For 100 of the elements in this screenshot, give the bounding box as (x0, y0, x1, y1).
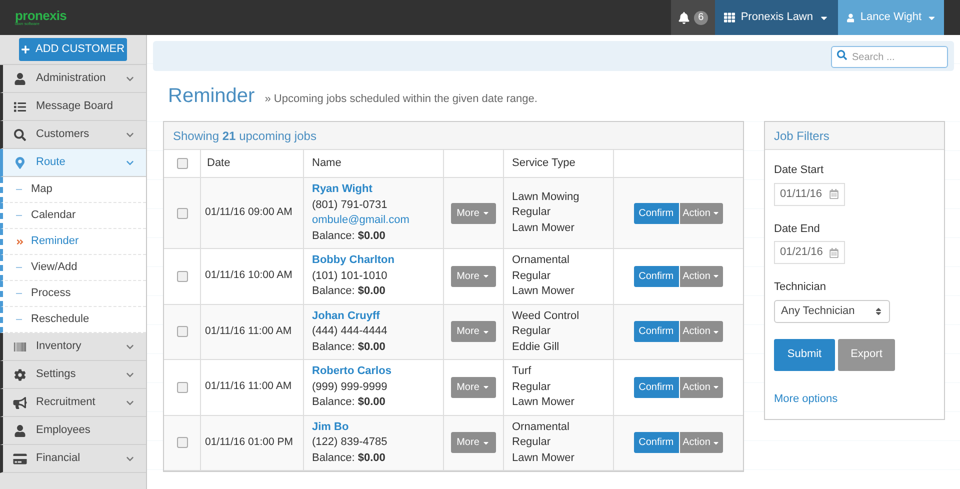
map-pin-icon (13, 156, 27, 168)
card-icon (13, 452, 27, 464)
person-icon (13, 424, 27, 436)
confirm-button[interactable]: Confirm (634, 432, 679, 454)
action-button[interactable]: Action (680, 266, 724, 287)
date-cell-text: 01/11/16 11:00 AM (205, 379, 292, 394)
service-text: Ornamental (512, 420, 570, 434)
barcode-icon (13, 340, 27, 352)
phone-text: (101) 101-1010 (312, 268, 388, 284)
service-text: Regular (512, 268, 552, 284)
caret-icon (482, 383, 490, 392)
logo: pronexis (15, 9, 67, 22)
date-cell-text: 01/11/16 01:00 PM (205, 434, 293, 450)
more-button[interactable]: More (450, 266, 496, 287)
submit-button[interactable]: Submit (774, 338, 835, 370)
panel-title: Job Filters (774, 128, 830, 144)
balance-text: Balance: $0.00 (312, 450, 386, 466)
add-customer-button[interactable]: ADD CUSTOMER (19, 38, 127, 61)
megaphone-icon (13, 396, 27, 408)
action-button[interactable]: Action (680, 321, 724, 342)
date-start-field[interactable]: 01/11/16 (774, 182, 845, 206)
customer-name-link[interactable]: Roberto Carlos (312, 364, 392, 380)
sidebar-subitem[interactable]: Calendar (0, 203, 146, 229)
more-button[interactable]: More (450, 202, 496, 224)
person-icon (847, 12, 854, 22)
service-text: Regular (512, 380, 552, 394)
sidebar-subitem[interactable]: Reminder (0, 229, 146, 255)
email-link[interactable]: ombule@gmail.com (312, 213, 410, 228)
checkbox[interactable] (176, 437, 188, 448)
date-cell-text: 01/11/16 10:00 AM (205, 268, 292, 284)
technician-select[interactable]: Any Technician (774, 300, 890, 322)
field-label: Technician (774, 280, 827, 295)
column-header: Date (207, 156, 230, 172)
sidebar-subitem[interactable]: Reschedule (0, 307, 146, 333)
phone-text: (444) 444-4444 (312, 324, 388, 339)
service-text: Weed Control (512, 308, 580, 324)
notification-count: 6 (694, 10, 708, 24)
sidebar-subitem[interactable]: Process (0, 281, 146, 307)
customer-name-link[interactable]: Jim Bo (312, 420, 349, 435)
confirm-button[interactable]: Confirm (634, 202, 679, 224)
service-text: Turf (512, 364, 532, 379)
person-icon (13, 72, 27, 84)
balance-text: Balance: $0.00 (312, 228, 386, 244)
sidebar-item[interactable]: Route (0, 149, 146, 177)
confirm-button[interactable]: Confirm (634, 376, 679, 398)
double-chevron-icon (16, 238, 24, 246)
caret-icon (482, 272, 490, 280)
action-button[interactable]: Action (680, 202, 724, 224)
action-button[interactable]: Action (680, 376, 724, 398)
user-menu[interactable]: Lance Wight (838, 0, 944, 35)
company-menu[interactable]: Pronexis Lawn (714, 0, 838, 35)
service-text: Regular (512, 435, 552, 450)
more-button[interactable]: More (450, 432, 496, 454)
action-button[interactable]: Action (680, 432, 724, 454)
search-field[interactable]: Search ... (831, 46, 948, 68)
sidebar-subitem[interactable]: Map (0, 177, 146, 203)
column-header: Service Type (512, 156, 576, 172)
sidebar-subitem[interactable]: View/Add (0, 255, 146, 281)
notifications-button[interactable]: 6 (670, 0, 715, 35)
caret-icon (712, 383, 720, 392)
date-end-field[interactable]: 01/21/16 (774, 241, 845, 264)
settings-icon (13, 368, 27, 380)
export-button[interactable]: Export (838, 338, 895, 370)
service-text: Regular (512, 324, 552, 339)
phone-text: (801) 791-0731 (312, 198, 388, 212)
more-options-link[interactable]: More options (774, 390, 838, 407)
phone-text: (122) 839-4785 (312, 435, 388, 450)
grid-icon (724, 12, 735, 23)
customer-name-link[interactable]: Bobby Charlton (312, 253, 394, 268)
date-cell-text: 01/11/16 09:00 AM (205, 205, 292, 220)
balance-text: Balance: $0.00 (312, 284, 386, 299)
column-header: Name (312, 156, 342, 172)
confirm-button[interactable]: Confirm (634, 321, 679, 342)
checkbox[interactable] (176, 270, 188, 282)
field-label: Date Start (774, 163, 825, 178)
plus-icon (21, 45, 30, 54)
calendar-icon (829, 248, 839, 258)
phone-text: (999) 999-9999 (312, 380, 388, 394)
field-label: Date End (774, 222, 821, 236)
checkbox[interactable] (176, 326, 188, 338)
service-text: Lawn Mowing (512, 190, 580, 205)
jobs-summary: Showing 21 upcoming jobs (173, 128, 316, 144)
caret-icon (482, 209, 490, 217)
more-button[interactable]: More (450, 376, 496, 398)
checkbox[interactable] (176, 382, 188, 393)
checkbox[interactable] (176, 208, 188, 218)
caret-icon (712, 272, 720, 280)
service-text: Lawn Mower (512, 395, 576, 410)
more-button[interactable]: More (450, 321, 496, 342)
service-text: Ornamental (512, 253, 570, 268)
date-cell-text: 01/11/16 11:00 AM (205, 324, 292, 339)
checkbox[interactable] (176, 158, 188, 169)
service-text: Lawn Mower (512, 450, 576, 466)
customer-name-link[interactable]: Ryan Wight (312, 182, 372, 198)
page-title: Reminder (168, 84, 255, 109)
sort-arrows-icon (874, 306, 883, 316)
customer-name-link[interactable]: Johan Cruyff (312, 308, 380, 324)
page-subtitle: » Upcoming jobs scheduled within the given date range. (264, 92, 538, 107)
caret-icon (712, 209, 720, 217)
confirm-button[interactable]: Confirm (634, 266, 679, 287)
